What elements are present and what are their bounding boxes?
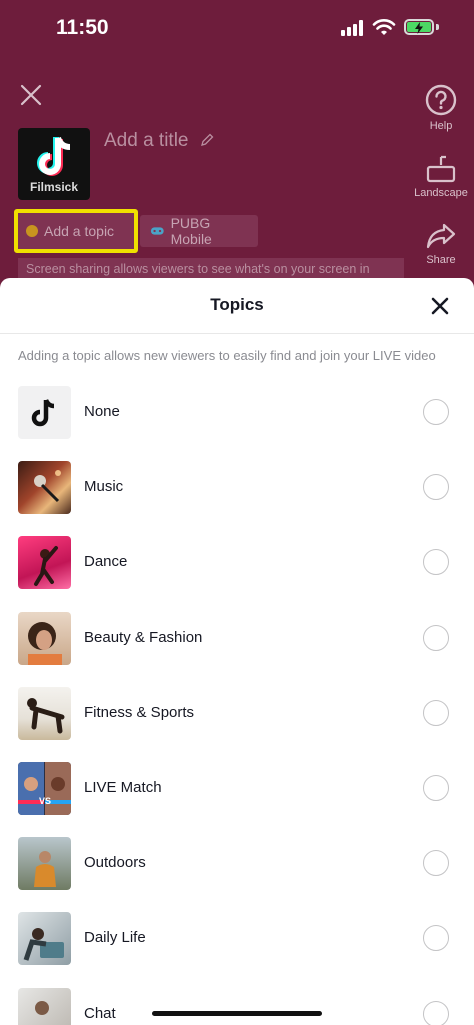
daily-life-thumbnail — [18, 912, 71, 966]
landscape-label: Landscape — [414, 187, 468, 199]
gamepad-icon — [150, 227, 164, 235]
topic-row-outdoors[interactable]: Outdoors — [0, 837, 474, 912]
topic-row-chat[interactable]: Chat — [0, 987, 474, 1025]
topic-radio[interactable] — [423, 774, 449, 801]
topic-radio[interactable] — [423, 925, 449, 952]
topic-label: Beauty & Fashion — [84, 628, 203, 646]
topic-radio[interactable] — [423, 850, 449, 877]
cellular-signal-icon — [341, 20, 363, 36]
topic-radio[interactable] — [423, 399, 449, 425]
topic-label: None — [84, 403, 120, 420]
title-input[interactable]: Add a title — [104, 130, 189, 152]
topic-radio[interactable] — [423, 624, 449, 651]
add-topic-button[interactable]: Add a topic — [14, 209, 138, 253]
topics-hint: Adding a topic allows new viewers to eas… — [18, 348, 436, 363]
topic-label: Music — [84, 478, 124, 496]
landscape-icon — [426, 155, 456, 183]
topic-label: Chat — [84, 1004, 116, 1022]
sheet-title: Topics — [210, 295, 264, 314]
topic-row-fitness-sports[interactable]: Fitness & Sports — [0, 686, 474, 762]
pencil-icon[interactable] — [200, 133, 214, 147]
help-label: Help — [429, 120, 453, 132]
game-label: PUBG Mobile — [170, 215, 212, 247]
topic-row-beauty-fashion[interactable]: Beauty & Fashion — [0, 611, 474, 687]
live-match-thumbnail: VS — [18, 761, 71, 815]
help-icon — [425, 84, 457, 116]
topics-list: None Music Dance Beauty & Fashion Fitnes… — [0, 386, 474, 1025]
topic-dot-icon — [26, 225, 38, 237]
help-button[interactable]: Help — [409, 84, 473, 132]
status-time: 11:50 — [56, 16, 109, 39]
add-topic-label: Add a topic — [44, 223, 115, 239]
topic-label: Fitness & Sports — [84, 703, 195, 721]
music-thumbnail — [18, 461, 71, 515]
game-chip[interactable]: PUBG Mobile — [140, 215, 258, 247]
fitness-thumbnail — [18, 686, 71, 740]
topic-row-music[interactable]: Music — [0, 461, 474, 536]
topic-row-live-match[interactable]: VS LIVE Match — [0, 761, 474, 837]
status-bar: 11:50 — [0, 0, 474, 56]
topics-sheet: Topics Adding a topic allows new viewers… — [0, 278, 474, 1025]
close-icon[interactable] — [20, 84, 42, 106]
svg-text:VS: VS — [39, 796, 51, 806]
topic-row-dance[interactable]: Dance — [0, 536, 474, 611]
tiktok-logo-icon — [37, 136, 71, 176]
cover-caption: Filmsick — [29, 180, 79, 194]
wifi-icon — [372, 19, 396, 35]
topic-row-daily-life[interactable]: Daily Life — [0, 912, 474, 987]
dance-thumbnail — [18, 536, 71, 590]
topic-label: Outdoors — [84, 854, 146, 872]
landscape-button[interactable]: Landscape — [409, 155, 473, 199]
topic-label: LIVE Match — [84, 778, 162, 796]
home-indicator — [152, 1011, 322, 1016]
topic-radio[interactable] — [423, 474, 449, 501]
topic-row-none[interactable]: None — [0, 386, 474, 461]
topic-label: Daily Life — [84, 929, 146, 947]
tiktok-logo-icon — [18, 386, 71, 439]
chat-thumbnail — [18, 987, 71, 1025]
topic-label: Dance — [84, 553, 128, 571]
topic-radio[interactable] — [423, 1000, 449, 1025]
share-button[interactable]: Share — [409, 222, 473, 266]
outdoors-thumbnail — [18, 837, 71, 891]
beauty-thumbnail — [18, 611, 71, 665]
battery-tip — [436, 24, 439, 30]
topic-radio[interactable] — [423, 699, 449, 726]
topic-radio[interactable] — [423, 549, 449, 576]
share-label: Share — [426, 254, 456, 266]
live-cover-image[interactable]: Filmsick — [18, 128, 90, 200]
close-sheet-icon[interactable] — [431, 297, 449, 315]
battery-icon — [404, 19, 434, 35]
share-icon — [426, 223, 456, 249]
sheet-header: Topics — [0, 278, 474, 334]
